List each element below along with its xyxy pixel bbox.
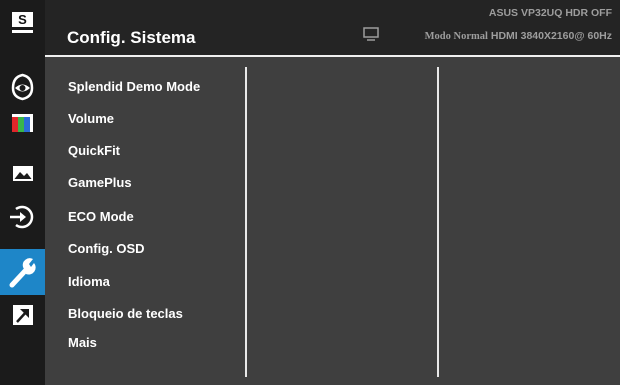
page-title: Config. Sistema [67, 28, 196, 47]
s-underline-icon [12, 30, 33, 33]
input-arrow-icon [10, 205, 34, 229]
color-bars-icon [12, 114, 33, 132]
menu-item-volume[interactable]: Volume [68, 111, 114, 126]
sidebar-item-splendid[interactable]: S [0, 5, 45, 51]
signal-status: Modo Normal HDMI 3840X2160@ 60Hz [425, 30, 612, 42]
menu-item-splendid-demo-mode[interactable]: Splendid Demo Mode [68, 79, 200, 94]
s-letter-icon: S [12, 12, 33, 27]
mode-label: Modo Normal [424, 31, 488, 42]
column-divider [437, 67, 439, 377]
landscape-icon [13, 166, 33, 181]
shortcut-arrow-icon [13, 305, 33, 325]
menu-item-bloqueio-de-teclas[interactable]: Bloqueio de teclas [68, 306, 183, 321]
sidebar-item-system-setup[interactable] [0, 249, 45, 295]
signal-label: HDMI 3840X2160@ 60Hz [490, 30, 612, 42]
menu-item-idioma[interactable]: Idioma [68, 274, 110, 289]
wrench-icon [9, 258, 36, 288]
menu-item-quickfit[interactable]: QuickFit [68, 143, 120, 158]
sidebar-item-color[interactable] [0, 102, 45, 148]
header: Config. Sistema ASUS VP32UQ HDR OFF Modo… [45, 0, 620, 57]
monitor-icon [363, 27, 379, 41]
sidebar: S [0, 0, 45, 385]
menu-item-eco-mode[interactable]: ECO Mode [68, 209, 134, 224]
menu-item-mais[interactable]: Mais [68, 335, 97, 350]
column-divider [245, 67, 247, 377]
model-status: ASUS VP32UQ HDR OFF [488, 7, 612, 19]
sidebar-item-image[interactable] [0, 152, 45, 198]
sidebar-item-shortcut[interactable] [0, 295, 45, 341]
osd-window: S Config. Sistema ASUS VP32UQ HDR OFF Mo… [0, 0, 620, 385]
menu-item-config-osd[interactable]: Config. OSD [68, 241, 145, 256]
menu-item-gameplus[interactable]: GamePlus [68, 175, 132, 190]
sidebar-item-input-select[interactable] [0, 193, 45, 239]
